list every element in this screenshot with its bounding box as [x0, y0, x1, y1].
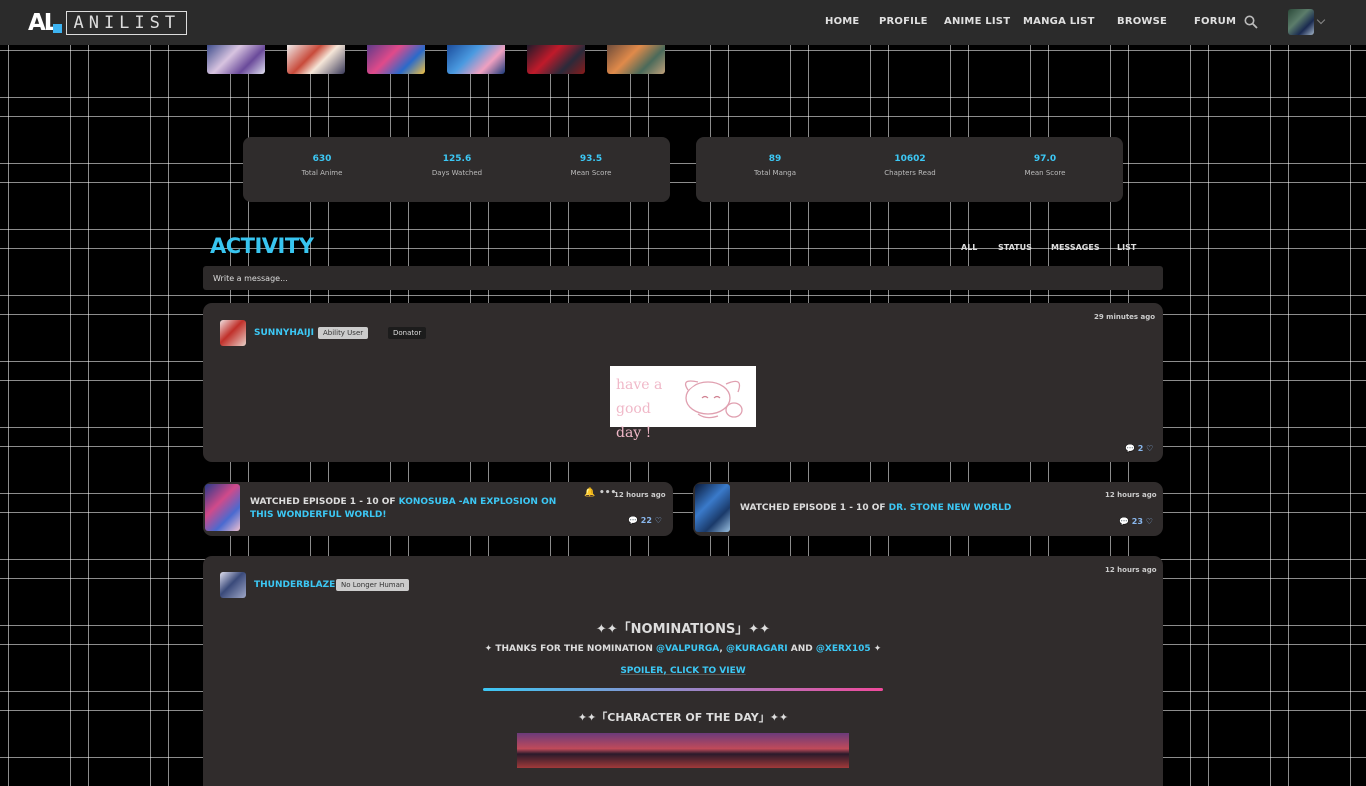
nav-anime-list[interactable]: ANIME LIST	[944, 16, 1010, 27]
mention-link[interactable]: @KURAGARI	[726, 644, 788, 654]
chevron-down-icon[interactable]	[1316, 15, 1326, 25]
donator-badge: Donator	[388, 327, 427, 339]
stat-anime-mean-score: 93.5 Mean Score	[570, 154, 612, 177]
like-count: 23	[1131, 517, 1143, 526]
filter-messages[interactable]: MESSAGES	[1051, 243, 1100, 252]
like-count: 22	[640, 516, 652, 525]
logo-mark: AL	[28, 10, 63, 36]
reply-like-counts: 💬 2 ♡	[1125, 444, 1153, 453]
top-nav: AL ANILIST HOME PROFILE ANIME LIST MANGA…	[0, 0, 1366, 45]
user-badge: Ability User	[318, 327, 369, 339]
comment-icon[interactable]: 💬	[1119, 517, 1129, 526]
timestamp: 29 minutes ago	[1094, 313, 1156, 321]
post-image[interactable]: have a good day !	[610, 366, 756, 441]
username[interactable]: SUNNYHAIJI	[254, 328, 314, 338]
comment-icon[interactable]: 💬	[1125, 444, 1135, 453]
heart-icon[interactable]: ♡	[655, 516, 662, 525]
spoiler-link[interactable]: SPOILER, CLICK TO VIEW	[203, 666, 1163, 676]
favorite-cover[interactable]	[447, 44, 505, 74]
timestamp: 12 hours ago	[1105, 566, 1157, 574]
avatar[interactable]	[220, 320, 246, 346]
media-title-link[interactable]: DR. STONE NEW WORLD	[889, 503, 1012, 513]
favorite-cover[interactable]	[527, 44, 585, 74]
stat-manga-mean-score: 97.0 Mean Score	[1024, 154, 1066, 177]
thanks-line: ✦ THANKS FOR THE NOMINATION @VALPURGA, @…	[484, 644, 882, 654]
anime-stats-card: 630 Total Anime 125.6 Days Watched 93.5 Mea…	[243, 137, 670, 202]
nav-browse[interactable]: BROWSE	[1117, 16, 1167, 27]
stat-chapters-read: 10602 Chapters Read	[884, 154, 936, 177]
filter-all[interactable]: ALL	[961, 243, 977, 252]
nominations-heading: ✦✦「NOMINATIONS」✦✦	[595, 622, 771, 637]
like-count: 2	[1137, 444, 1144, 453]
logo[interactable]: AL ANILIST	[28, 10, 188, 36]
activity-title: ACTIVITY	[210, 234, 314, 258]
nav-profile[interactable]: PROFILE	[879, 16, 928, 27]
user-badge: No Longer Human	[336, 579, 410, 591]
mention-link[interactable]: @VALPURGA	[656, 644, 719, 654]
nav-manga-list[interactable]: MANGA LIST	[1023, 16, 1095, 27]
nav-home[interactable]: HOME	[825, 16, 859, 27]
message-input[interactable]	[203, 266, 1163, 290]
logo-text: ANILIST	[66, 11, 188, 35]
filter-status[interactable]: STATUS	[998, 243, 1032, 252]
reply-like-counts: 💬 22 ♡	[628, 516, 662, 525]
post-image-text: have a good day !	[616, 377, 663, 441]
username[interactable]: THUNDERBLAZE	[254, 580, 335, 590]
nav-forum[interactable]: FORUM	[1194, 16, 1236, 27]
mention-link[interactable]: @XERX105	[816, 644, 871, 654]
timestamp: 12 hours ago	[1105, 491, 1157, 499]
stat-total-anime: 630 Total Anime	[301, 154, 343, 177]
timestamp: 12 hours ago	[614, 491, 666, 499]
media-cover[interactable]	[205, 484, 240, 531]
manga-stats-card: 89 Total Manga 10602 Chapters Read 97.0 Mea…	[696, 137, 1123, 202]
media-cover[interactable]	[695, 484, 730, 532]
stat-total-manga: 89 Total Manga	[753, 154, 797, 177]
comment-icon[interactable]: 💬	[628, 516, 638, 525]
list-activity-text: WATCHED EPISODE 1 - 10 OF KONOSUBA -AN E…	[250, 497, 557, 520]
character-image[interactable]	[517, 733, 849, 768]
heart-icon[interactable]: ♡	[1146, 517, 1153, 526]
favorite-cover[interactable]	[607, 44, 665, 74]
gradient-divider	[483, 688, 883, 691]
character-heading: ✦✦「CHARACTER OF THE DAY」✦✦	[577, 711, 789, 724]
reply-like-counts: 💬 23 ♡	[1119, 517, 1153, 526]
favorite-cover[interactable]	[207, 44, 265, 74]
search-icon[interactable]	[1244, 15, 1258, 29]
heart-icon[interactable]: ♡	[1146, 444, 1153, 453]
avatar[interactable]	[220, 572, 246, 598]
favorite-cover[interactable]	[367, 44, 425, 74]
stat-days-watched: 125.6 Days Watched	[431, 154, 483, 177]
user-avatar[interactable]	[1288, 9, 1314, 35]
cinnamoroll-illustration	[684, 380, 743, 419]
bell-icon[interactable]: 🔔	[584, 488, 595, 498]
filter-list[interactable]: LIST	[1117, 243, 1136, 252]
list-activity-text: WATCHED EPISODE 1 - 10 OF DR. STONE NEW …	[740, 503, 1012, 513]
favorite-cover[interactable]	[287, 44, 345, 74]
